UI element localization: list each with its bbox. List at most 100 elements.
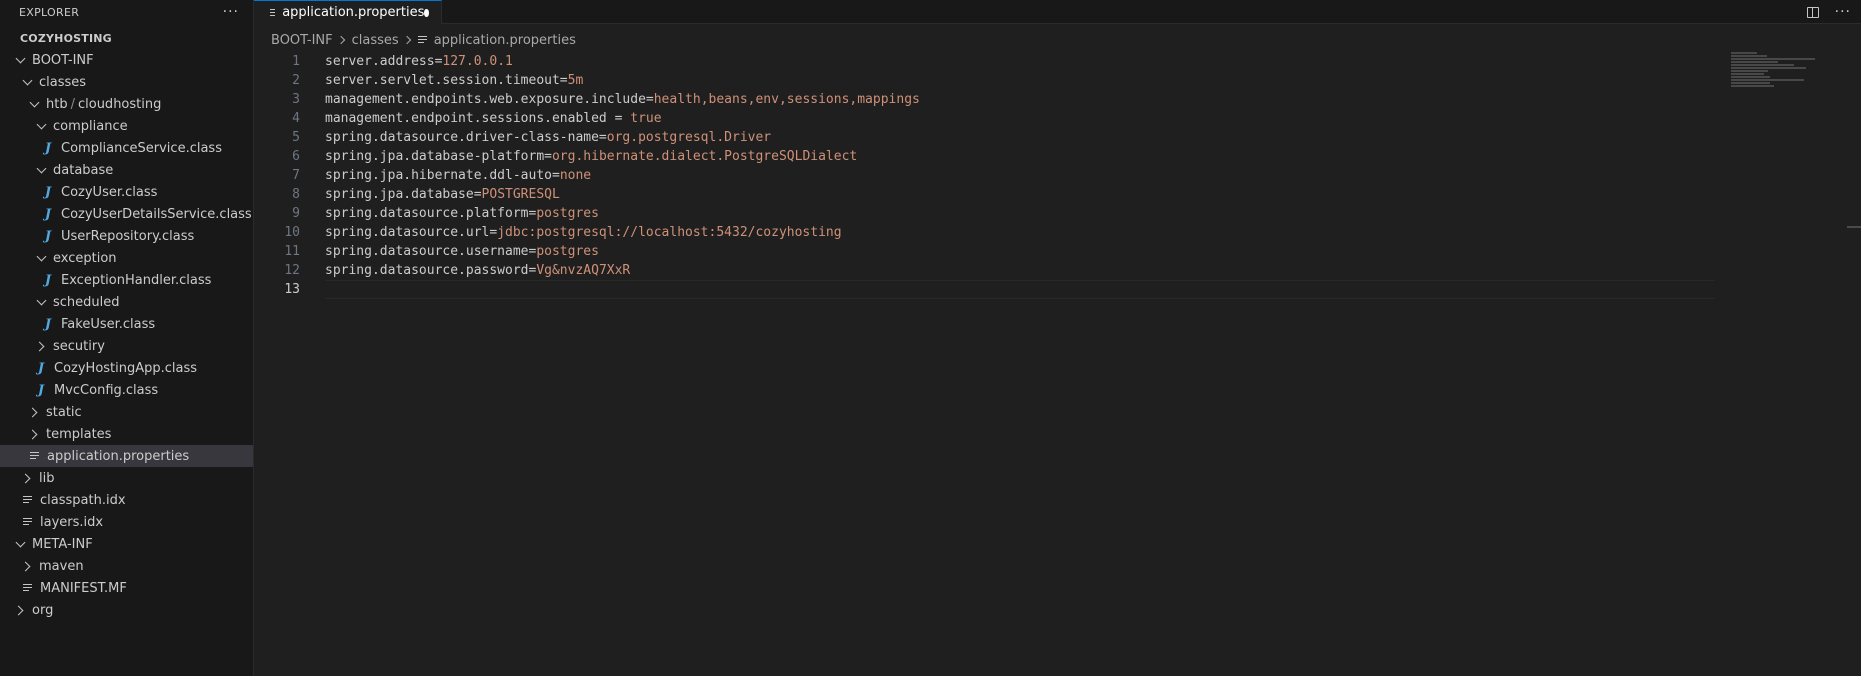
tree-item[interactable]: maven xyxy=(0,555,253,577)
tree-item[interactable]: layers.idx xyxy=(0,511,253,533)
tree-item[interactable]: MANIFEST.MF xyxy=(0,577,253,599)
tree-item[interactable]: J CozyUserDetailsService.class xyxy=(0,203,253,225)
breadcrumb-file[interactable]: application.properties xyxy=(434,33,576,48)
tree-item[interactable]: scheduled xyxy=(0,291,253,313)
tree-item[interactable]: org xyxy=(0,599,253,621)
chevron-right-icon[interactable] xyxy=(19,470,35,486)
chevron-right-icon[interactable] xyxy=(33,338,49,354)
chevron-right-icon xyxy=(336,35,345,45)
tree-item[interactable]: htb / cloudhosting xyxy=(0,93,253,115)
code-editor[interactable]: 1 2 3 4 5 6 7 8 9 10 11 12 13 server.address=127.0.0… xyxy=(254,52,1861,676)
java-glyph: J xyxy=(44,206,52,222)
chevron-right-icon[interactable] xyxy=(19,558,35,574)
line-number: 9 xyxy=(292,206,300,221)
java-class-icon: J xyxy=(40,141,56,156)
code-line[interactable]: spring.datasource.password=Vg&nvzAQ7XxR xyxy=(325,261,1715,280)
code-area[interactable]: server.address=127.0.0.1 server.servlet.s… xyxy=(325,52,1715,299)
code-line[interactable]: server.address=127.0.0.1 xyxy=(325,52,1715,71)
minimap-line xyxy=(1731,55,1768,57)
line-number: 1 xyxy=(292,54,300,69)
java-class-icon: J xyxy=(40,317,56,332)
tree-item[interactable]: J FakeUser.class xyxy=(0,313,253,335)
tree-item[interactable]: J MvcConfig.class xyxy=(0,379,253,401)
tree-item[interactable]: secutiry xyxy=(0,335,253,357)
code-line[interactable]: management.endpoint.sessions.enabled = t… xyxy=(325,109,1715,128)
chevron-right-icon[interactable] xyxy=(26,426,42,442)
workspace-section-header[interactable]: COZYHOSTING xyxy=(0,27,253,49)
code-line[interactable]: server.servlet.session.timeout=5m xyxy=(325,71,1715,90)
text-file-icon xyxy=(19,496,35,504)
tree-item[interactable]: J ComplianceService.class xyxy=(0,137,253,159)
property-value: postgres xyxy=(536,244,599,259)
minimap-line xyxy=(1731,61,1779,63)
vertical-scrollbar[interactable] xyxy=(1847,52,1861,676)
tree-item[interactable]: application.properties xyxy=(0,445,253,467)
properties-file-icon xyxy=(270,8,276,17)
chevron-down-icon[interactable] xyxy=(33,118,49,134)
java-glyph: J xyxy=(37,360,45,376)
more-actions-icon[interactable]: ··· xyxy=(1835,4,1851,20)
chevron-right-icon[interactable] xyxy=(12,602,28,618)
chevron-glyph xyxy=(36,295,46,305)
minimap[interactable] xyxy=(1731,52,1821,92)
text-file-icon xyxy=(19,518,35,526)
code-line[interactable]: spring.jpa.hibernate.ddl-auto=none xyxy=(325,166,1715,185)
editor-actions: ··· xyxy=(1806,0,1851,24)
more-actions-icon[interactable]: ··· xyxy=(223,4,239,20)
tree-item[interactable]: lib xyxy=(0,467,253,489)
tree-item[interactable]: database xyxy=(0,159,253,181)
tree-item[interactable]: templates xyxy=(0,423,253,445)
tree-item[interactable]: J ExceptionHandler.class xyxy=(0,269,253,291)
chevron-glyph xyxy=(27,429,37,439)
code-line[interactable]: spring.jpa.database=POSTGRESQL xyxy=(325,185,1715,204)
tree-item[interactable]: classes xyxy=(0,71,253,93)
chevron-down-icon[interactable] xyxy=(33,294,49,310)
breadcrumb-classes[interactable]: classes xyxy=(352,33,399,48)
tree-item-label: htb xyxy=(46,96,68,112)
tree-item[interactable]: J UserRepository.class xyxy=(0,225,253,247)
property-key: spring.datasource.password= xyxy=(325,263,537,278)
code-line[interactable]: spring.jpa.database-platform=org.hiberna… xyxy=(325,147,1715,166)
code-line[interactable]: spring.datasource.platform=postgres xyxy=(325,204,1715,223)
minimap-line xyxy=(1731,79,1804,81)
tree-item-label: ComplianceService.class xyxy=(61,140,222,156)
line-number: 12 xyxy=(284,263,300,278)
tree-item[interactable]: BOOT-INF xyxy=(0,49,253,71)
code-line[interactable]: management.endpoints.web.exposure.includ… xyxy=(325,90,1715,109)
property-key: server.servlet.session.timeout= xyxy=(325,73,568,88)
tree-item[interactable]: J CozyUser.class xyxy=(0,181,253,203)
code-line[interactable] xyxy=(325,280,1715,299)
chevron-down-icon[interactable] xyxy=(19,74,35,90)
tree-item-label: org xyxy=(32,602,54,618)
property-value: org.postgresql.Driver xyxy=(606,130,772,145)
chevron-down-icon[interactable] xyxy=(26,96,42,112)
tree-item[interactable]: J CozyHostingApp.class xyxy=(0,357,253,379)
chevron-down-icon[interactable] xyxy=(33,250,49,266)
chevron-right-icon[interactable] xyxy=(26,404,42,420)
chevron-down-icon[interactable] xyxy=(12,52,28,68)
minimap-line xyxy=(1731,52,1758,54)
tab-application-properties[interactable]: application.properties xyxy=(254,0,442,24)
chevron-glyph xyxy=(15,537,25,547)
tree-item[interactable]: compliance xyxy=(0,115,253,137)
split-editor-icon[interactable] xyxy=(1806,6,1819,18)
tree-item-label: static xyxy=(46,404,82,420)
chevron-down-icon[interactable] xyxy=(12,536,28,552)
code-line[interactable]: spring.datasource.username=postgres xyxy=(325,242,1715,261)
chevron-down-icon[interactable] xyxy=(33,162,49,178)
chevron-glyph xyxy=(27,407,37,417)
code-line[interactable]: spring.datasource.url=jdbc:postgresql://… xyxy=(325,223,1715,242)
unsaved-dot-icon[interactable] xyxy=(424,8,429,17)
lines-glyph xyxy=(22,496,32,504)
chevron-glyph xyxy=(20,561,30,571)
tree-item[interactable]: classpath.idx xyxy=(0,489,253,511)
chevron-glyph xyxy=(15,53,25,63)
property-value: postgres xyxy=(536,206,599,221)
tree-item[interactable]: exception xyxy=(0,247,253,269)
explorer-title: EXPLORER xyxy=(19,5,80,19)
code-line[interactable]: spring.datasource.driver-class-name=org.… xyxy=(325,128,1715,147)
chevron-glyph xyxy=(13,605,23,615)
breadcrumb-boot-inf[interactable]: BOOT-INF xyxy=(271,33,333,48)
tree-item[interactable]: static xyxy=(0,401,253,423)
tree-item[interactable]: META-INF xyxy=(0,533,253,555)
